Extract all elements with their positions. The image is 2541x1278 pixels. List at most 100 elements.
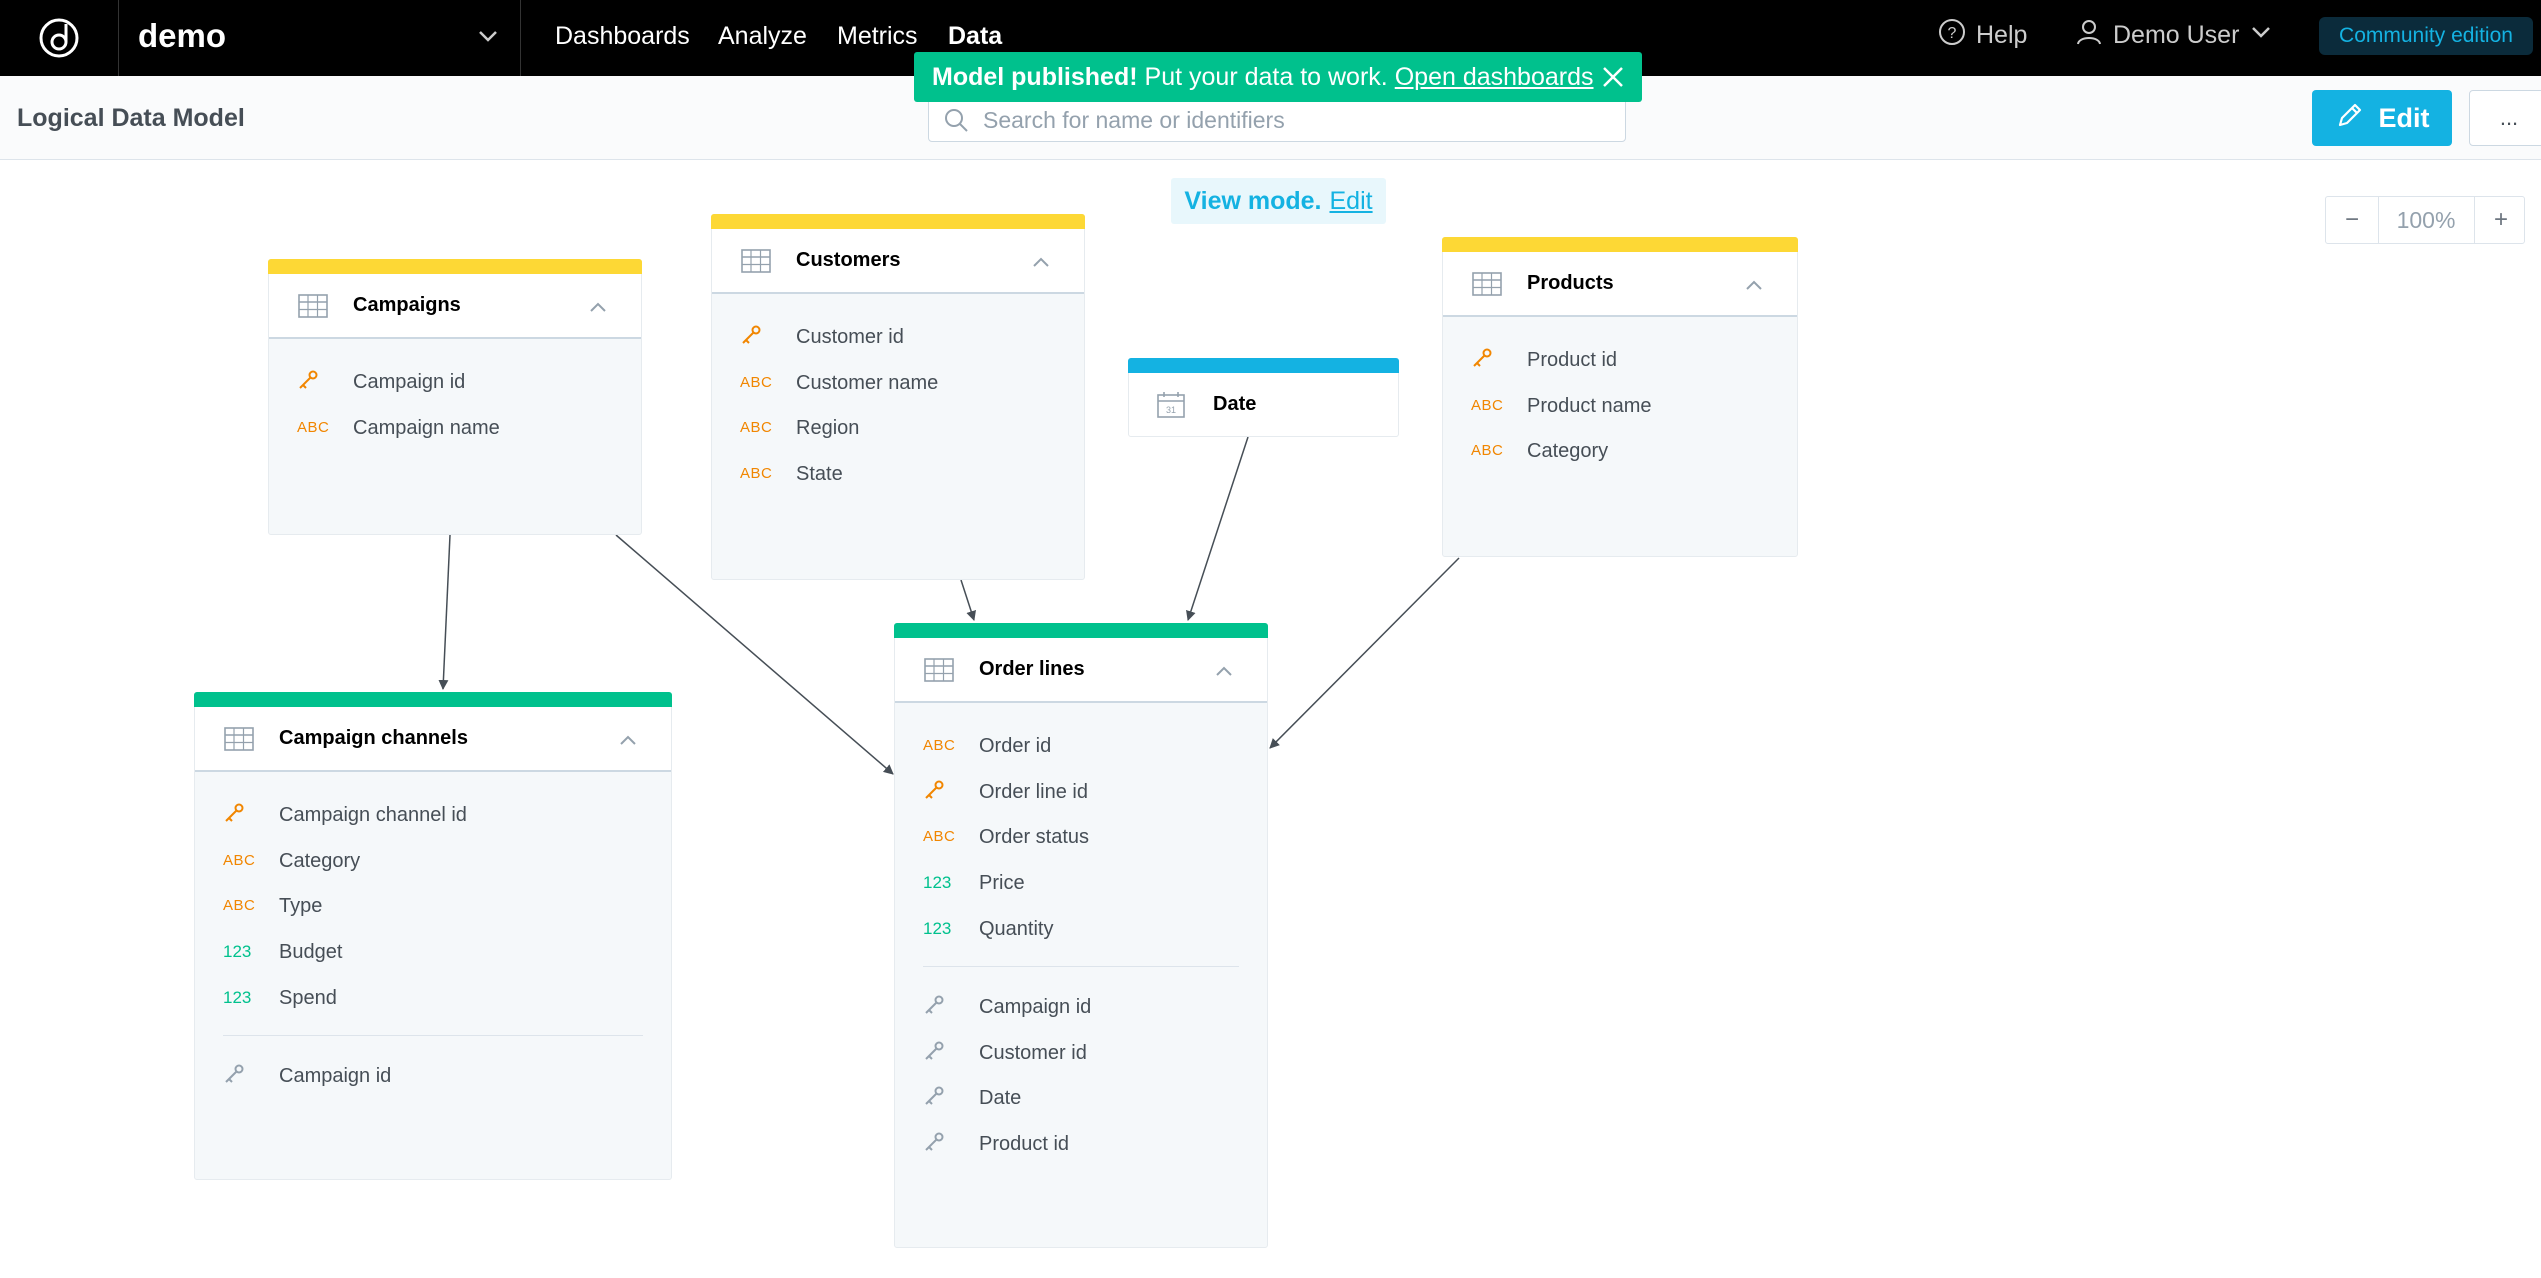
dataset-header: Campaigns <box>269 274 641 339</box>
dataset-card-campaign-channels[interactable]: Campaign channels Campaign channel id AB… <box>194 692 672 1180</box>
dataset-name: Date <box>1213 393 1257 415</box>
text-attribute-icon: ABC <box>740 374 773 391</box>
field-row[interactable]: ABC Category <box>1443 436 1797 466</box>
field-row[interactable]: ABC Campaign name <box>269 413 641 443</box>
field-label: Customer name <box>796 372 939 394</box>
field-row[interactable]: Campaign id <box>269 367 641 397</box>
reference-row[interactable]: Product id <box>895 1129 1267 1159</box>
field-label: Region <box>796 417 860 439</box>
field-label: Product id <box>979 1133 1070 1155</box>
reference-key-icon <box>923 1040 963 1066</box>
chevron-up-icon[interactable] <box>1215 664 1233 682</box>
text-attribute-icon: ABC <box>297 419 330 436</box>
field-row[interactable]: ABC Product name <box>1443 391 1797 421</box>
field-label: Price <box>979 872 1025 894</box>
chevron-up-icon[interactable] <box>1032 255 1050 273</box>
field-label: Category <box>1527 440 1609 462</box>
reference-row[interactable]: Customer id <box>895 1038 1267 1068</box>
dataset-card-products[interactable]: Products Product id ABC Product name ABC… <box>1442 237 1798 557</box>
field-row[interactable]: Order line id <box>895 777 1267 807</box>
field-row[interactable]: 123 Budget <box>195 937 671 967</box>
relationship-date-to-order-lines <box>1186 436 1249 621</box>
field-label: Product id <box>1527 349 1618 371</box>
reference-key-icon <box>223 1063 263 1089</box>
dataset-color-bar <box>711 214 1085 229</box>
dataset-card-order-lines[interactable]: Order lines ABC Order id Order line id A… <box>894 623 1268 1248</box>
dataset-header: Campaign channels <box>195 707 671 772</box>
text-attribute-icon: ABC <box>1471 397 1504 414</box>
field-label: Quantity <box>979 918 1054 940</box>
field-label: Customer id <box>979 1042 1087 1064</box>
text-attribute-icon: ABC <box>223 852 256 869</box>
field-row[interactable]: ABC Customer name <box>712 368 1084 398</box>
dataset-name: Order lines <box>979 658 1085 680</box>
field-label: Order line id <box>979 781 1088 803</box>
field-label: Product name <box>1527 395 1652 417</box>
divider <box>923 966 1239 967</box>
dataset-header: Products <box>1443 252 1797 317</box>
reference-row[interactable]: Campaign id <box>895 992 1267 1022</box>
dataset-color-bar <box>268 259 642 274</box>
svg-text:31: 31 <box>1166 405 1176 415</box>
table-icon <box>924 658 954 687</box>
field-row[interactable]: ABC Order id <box>895 731 1267 761</box>
dataset-color-bar <box>194 692 672 707</box>
relationship-products-to-order-lines <box>1269 557 1460 749</box>
text-attribute-icon: ABC <box>1471 442 1504 459</box>
dataset-header: 31 Date <box>1129 373 1398 436</box>
dataset-color-bar <box>894 623 1268 638</box>
text-attribute-icon: ABC <box>923 737 956 754</box>
field-label: Order id <box>979 735 1052 757</box>
relationship-customers-to-order-lines <box>960 579 976 621</box>
dataset-card-campaigns[interactable]: Campaigns Campaign id ABC Campaign name <box>268 259 642 535</box>
table-icon <box>741 249 771 278</box>
reference-key-icon <box>923 1085 963 1111</box>
numeric-fact-icon: 123 <box>923 873 952 892</box>
field-label: Spend <box>279 987 337 1009</box>
field-label: Campaign id <box>279 1065 392 1087</box>
key-icon <box>740 324 780 350</box>
text-attribute-icon: ABC <box>740 465 773 482</box>
field-row[interactable]: 123 Quantity <box>895 914 1267 944</box>
chevron-up-icon[interactable] <box>1745 278 1763 296</box>
field-row[interactable]: Product id <box>1443 345 1797 375</box>
table-icon <box>298 294 328 323</box>
dataset-name: Campaign channels <box>279 727 468 749</box>
chevron-up-icon[interactable] <box>619 733 637 751</box>
chevron-up-icon[interactable] <box>589 300 607 318</box>
field-row[interactable]: ABC State <box>712 459 1084 489</box>
field-row[interactable]: 123 Price <box>895 868 1267 898</box>
dataset-color-bar <box>1128 358 1399 373</box>
reference-key-icon <box>923 994 963 1020</box>
dataset-color-bar <box>1442 237 1798 252</box>
field-row[interactable]: ABC Type <box>195 891 671 921</box>
field-row[interactable]: Customer id <box>712 322 1084 352</box>
reference-row[interactable]: Date <box>895 1083 1267 1113</box>
dataset-header: Customers <box>712 229 1084 294</box>
field-row[interactable]: ABC Category <box>195 846 671 876</box>
reference-row[interactable]: Campaign id <box>195 1061 671 1091</box>
field-label: Category <box>279 850 361 872</box>
dataset-card-customers[interactable]: Customers Customer id ABC Customer name … <box>711 214 1085 580</box>
relationship-campaigns-to-campaign-channels <box>438 534 451 690</box>
dataset-header: Order lines <box>895 638 1267 703</box>
text-attribute-icon: ABC <box>923 828 956 845</box>
field-label: Date <box>979 1087 1022 1109</box>
field-label: State <box>796 463 843 485</box>
key-icon <box>297 369 337 395</box>
key-icon <box>1471 347 1511 373</box>
field-label: Budget <box>279 941 343 963</box>
field-label: Campaign id <box>353 371 466 393</box>
text-attribute-icon: ABC <box>740 419 773 436</box>
calendar-icon: 31 <box>1156 391 1186 424</box>
dataset-name: Products <box>1527 272 1614 294</box>
field-row[interactable]: Campaign channel id <box>195 800 671 830</box>
field-row[interactable]: 123 Spend <box>195 983 671 1013</box>
field-row[interactable]: ABC Order status <box>895 822 1267 852</box>
key-icon <box>923 779 963 805</box>
numeric-fact-icon: 123 <box>223 988 252 1007</box>
numeric-fact-icon: 123 <box>223 942 252 961</box>
reference-key-icon <box>923 1131 963 1157</box>
field-row[interactable]: ABC Region <box>712 413 1084 443</box>
dataset-card-date[interactable]: 31 Date <box>1128 358 1399 437</box>
